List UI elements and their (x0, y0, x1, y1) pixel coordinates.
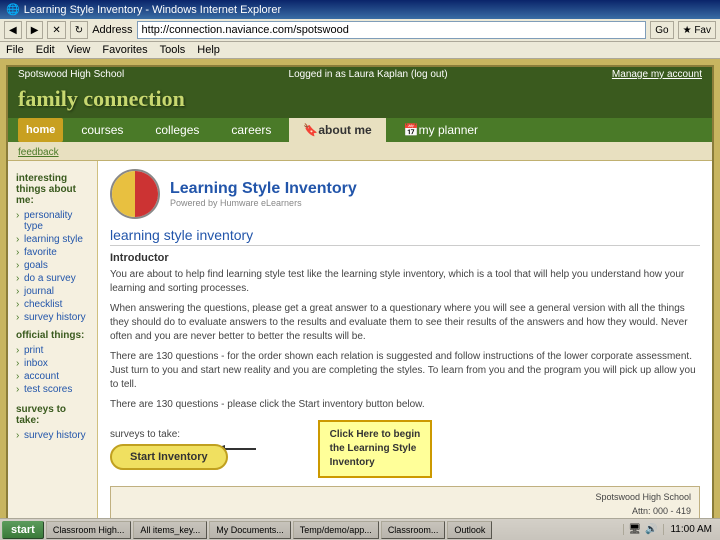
page-wrapper: Spotswood High School Logged in as Laura… (0, 59, 720, 527)
title-bar: 🌐 Learning Style Inventory - Windows Int… (0, 0, 720, 19)
arrow-container: Click Here to begin the Learning Style I… (208, 420, 433, 478)
nav-bar: home courses colleges careers 🔖 about me… (8, 118, 712, 142)
logo-right (135, 171, 158, 217)
browser-icon: 🌐 (6, 3, 20, 16)
sidebar-link-favorite[interactable]: favorite (16, 246, 89, 259)
forward-button[interactable]: ▶ (26, 21, 44, 39)
back-button[interactable]: ◀ (4, 21, 22, 39)
taskbar-time: 11:00 AM (663, 524, 718, 535)
menu-tools[interactable]: Tools (160, 44, 186, 56)
sidebar-link-checklist[interactable]: checklist (16, 298, 89, 311)
feedback-link[interactable]: feedback (18, 147, 59, 158)
bookmark-icon: 🔖 (303, 123, 318, 137)
sidebar-link-test-scores[interactable]: test scores (16, 383, 89, 396)
callout-line1: Click Here to begin (330, 428, 421, 442)
nav-courses[interactable]: courses (67, 118, 137, 142)
school-name: Spotswood High School (18, 69, 124, 80)
nav-colleges[interactable]: colleges (141, 118, 213, 142)
main-content: Learning Style Inventory Powered by Humw… (98, 161, 712, 519)
site-title: family connection (18, 86, 702, 112)
refresh-button[interactable]: ↻ (70, 21, 88, 39)
lsi-title-block: Learning Style Inventory Powered by Humw… (170, 180, 357, 208)
sidebar: interesting things about me: personality… (8, 161, 98, 519)
sidebar-link-account[interactable]: account (16, 370, 89, 383)
taskbar-item-3[interactable]: Temp/demo/app... (293, 521, 379, 539)
network-icon: 🖥 (628, 524, 641, 535)
lsi-main-title: Learning Style Inventory (170, 180, 357, 198)
menu-file[interactable]: File (6, 44, 24, 56)
callout-line2: the Learning Style (330, 442, 421, 456)
window-title: Learning Style Inventory - Windows Inter… (24, 4, 281, 16)
sidebar-link-inbox[interactable]: inbox (16, 357, 89, 370)
taskbar-item-0[interactable]: Classroom High... (46, 521, 132, 539)
callout-line3: Inventory (330, 456, 421, 470)
taskbar-tray: 🖥 🔊 (623, 524, 661, 535)
menu-view[interactable]: View (67, 44, 91, 56)
taskbar: start Classroom High... All items_key...… (0, 518, 720, 540)
menu-edit[interactable]: Edit (36, 44, 55, 56)
volume-icon: 🔊 (645, 524, 657, 535)
menu-help[interactable]: Help (197, 44, 220, 56)
menu-favorites[interactable]: Favorites (102, 44, 147, 56)
browser-window: 🌐 Learning Style Inventory - Windows Int… (0, 0, 720, 540)
sidebar-link-goals[interactable]: goals (16, 259, 89, 272)
start-inventory-button[interactable]: Start Inventory (110, 444, 228, 470)
intro-para1: You are about to help find learning styl… (110, 268, 700, 296)
toolbar: ◀ ▶ ✕ ↻ Address Go ★ Fav (0, 19, 720, 42)
top-bar: Spotswood High School Logged in as Laura… (8, 67, 712, 82)
lsi-header: Learning Style Inventory Powered by Humw… (110, 169, 700, 219)
sidebar-interesting-title: interesting things about me: (16, 173, 89, 206)
sidebar-link-survey-history[interactable]: survey history (16, 311, 89, 324)
nav-careers[interactable]: careers (217, 118, 285, 142)
go-button[interactable]: Go (650, 21, 673, 39)
address-bar: Address (92, 21, 646, 39)
nav-home[interactable]: home (18, 118, 63, 142)
intro-heading: Introductor (110, 252, 700, 264)
address-label: Address (92, 24, 132, 36)
logged-in-status: Logged in as Laura Kaplan (log out) (289, 69, 448, 80)
logo-left (112, 171, 135, 217)
content-area: interesting things about me: personality… (8, 161, 712, 519)
address-line1: Spotswood High School (119, 491, 691, 505)
taskbar-item-1[interactable]: All items_key... (133, 521, 207, 539)
taskbar-item-2[interactable]: My Documents... (209, 521, 291, 539)
sidebar-link-learning-style[interactable]: learning style (16, 233, 89, 246)
start-button[interactable]: start (2, 521, 44, 539)
planner-icon: 📅 (404, 123, 419, 137)
address-info-box: Spotswood High School Attn: 000 - 419 11… (110, 486, 700, 519)
main-container: Spotswood High School Logged in as Laura… (6, 65, 714, 521)
sidebar-surveys-title: surveys to take: (16, 404, 89, 426)
intro-para4: There are 130 questions - please click t… (110, 398, 700, 412)
stop-button[interactable]: ✕ (47, 21, 65, 39)
survey-row: surveys to take: Start Inventory (110, 420, 700, 478)
sidebar-link-do-survey[interactable]: do a survey (16, 272, 89, 285)
favorites-button[interactable]: ★ Fav (678, 21, 716, 39)
section-heading: learning style inventory (110, 227, 700, 246)
sidebar-link-personality[interactable]: personality type (16, 209, 89, 233)
taskbar-items: Classroom High... All items_key... My Do… (46, 521, 621, 539)
nav-my-planner[interactable]: 📅 my planner (390, 118, 492, 142)
site-header: family connection (8, 82, 712, 118)
nav-about-me[interactable]: 🔖 about me (289, 118, 385, 142)
manage-account-link[interactable]: Manage my account (612, 69, 702, 80)
sidebar-link-journal[interactable]: journal (16, 285, 89, 298)
taskbar-item-4[interactable]: Classroom... (381, 521, 446, 539)
callout-box: Click Here to begin the Learning Style I… (318, 420, 433, 478)
intro-para2: When answering the questions, please get… (110, 302, 700, 344)
sidebar-link-surveys-history[interactable]: survey history (16, 429, 89, 442)
start-btn-wrapper: Start Inventory (110, 444, 228, 470)
address-input[interactable] (137, 21, 647, 39)
sidebar-official-title: official things: (16, 330, 89, 341)
sidebar-link-print[interactable]: print (16, 344, 89, 357)
menu-bar: File Edit View Favorites Tools Help (0, 42, 720, 59)
taskbar-item-5[interactable]: Outlook (447, 521, 492, 539)
intro-para3: There are 130 questions - for the order … (110, 350, 700, 392)
lsi-logo (110, 169, 160, 219)
powered-by: Powered by Humware eLearners (170, 198, 357, 208)
address-line2: Attn: 000 - 419 (119, 505, 691, 519)
nav-sub: feedback (8, 142, 712, 161)
